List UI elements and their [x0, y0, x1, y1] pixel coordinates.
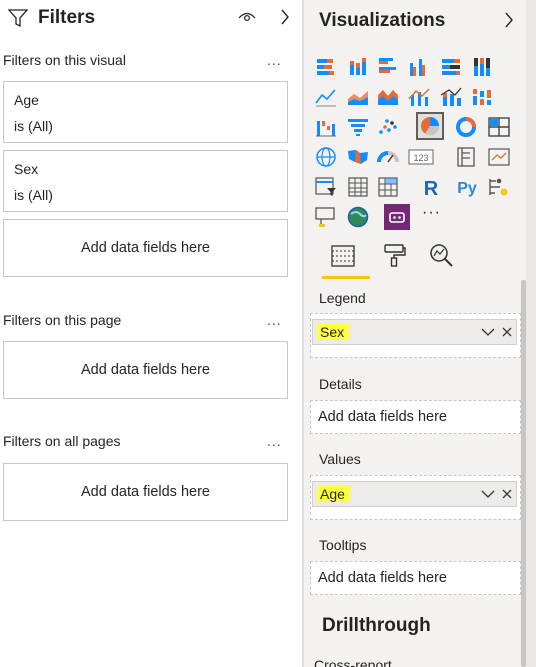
stacked-column-icon[interactable]: [346, 55, 370, 79]
values-field-name: Age: [317, 486, 350, 502]
key-influencers-icon[interactable]: [487, 175, 511, 199]
more-options-button[interactable]: ...: [267, 52, 282, 68]
remove-field-icon[interactable]: [501, 325, 513, 339]
section-label-page: Filters on this page: [3, 312, 122, 328]
chevron-down-icon[interactable]: [481, 326, 495, 338]
drop-zone-visual[interactable]: Add data fields here: [3, 219, 288, 277]
details-well[interactable]: Add data fields here: [310, 400, 521, 434]
details-well-label: Details: [319, 376, 362, 392]
100-stacked-column-icon[interactable]: [470, 55, 494, 79]
decomposition-tree-icon[interactable]: [314, 205, 338, 229]
card-icon[interactable]: 123: [407, 145, 435, 169]
funnel-chart-icon[interactable]: [346, 115, 370, 139]
details-placeholder: Add data fields here: [318, 409, 447, 425]
svg-text:Py: Py: [457, 180, 477, 197]
drop-zone-label: Add data fields here: [81, 362, 210, 378]
table-icon[interactable]: [346, 175, 370, 199]
drop-zone-all-pages[interactable]: Add data fields here: [3, 463, 288, 521]
svg-text:123: 123: [413, 153, 428, 163]
tooltips-well[interactable]: Add data fields here: [310, 561, 521, 595]
funnel-icon: [8, 9, 28, 28]
slicer-icon[interactable]: [314, 175, 338, 199]
legend-well[interactable]: Sex: [310, 313, 521, 358]
filled-map-icon[interactable]: [346, 145, 370, 169]
filter-state: is (All): [14, 187, 53, 203]
line-chart-icon[interactable]: [314, 85, 338, 109]
svg-text:R: R: [424, 178, 439, 199]
format-tab-icon[interactable]: [381, 242, 407, 268]
line-clustered-column-icon[interactable]: [407, 85, 431, 109]
eye-icon[interactable]: [238, 10, 256, 24]
filter-field-name: Age: [14, 92, 39, 108]
waterfall-icon[interactable]: [314, 115, 338, 139]
values-field-pill[interactable]: Age: [312, 481, 517, 507]
kpi-icon[interactable]: [487, 145, 511, 169]
filter-field-name: Sex: [14, 161, 39, 177]
clustered-column-icon[interactable]: [407, 55, 431, 79]
donut-chart-icon[interactable]: [454, 115, 478, 139]
clustered-bar-icon[interactable]: [376, 55, 400, 79]
filters-pane: Filters Filters on this visual ... Age i…: [0, 0, 302, 667]
treemap-icon[interactable]: [487, 115, 511, 139]
pane-edge: [526, 0, 536, 667]
analytics-tab-icon[interactable]: [429, 243, 455, 269]
section-label-visual: Filters on this visual: [3, 52, 126, 68]
legend-well-label: Legend: [319, 290, 366, 306]
100-stacked-bar-icon[interactable]: [439, 55, 463, 79]
chevron-down-icon[interactable]: [481, 488, 495, 500]
fields-tab-icon[interactable]: [330, 243, 356, 269]
filter-card-age[interactable]: Age is (All): [3, 81, 288, 143]
map-icon[interactable]: [314, 145, 338, 169]
more-options-button[interactable]: ...: [267, 312, 282, 328]
drillthrough-title: Drillthrough: [322, 615, 431, 636]
drop-zone-label: Add data fields here: [81, 484, 210, 500]
stacked-area-icon[interactable]: [376, 85, 400, 109]
multi-row-card-icon[interactable]: [454, 145, 478, 169]
values-well[interactable]: Age: [310, 475, 521, 520]
pie-chart-icon[interactable]: [416, 112, 444, 140]
scrollbar[interactable]: [521, 280, 526, 667]
more-options-button[interactable]: ...: [267, 433, 282, 449]
drop-zone-page[interactable]: Add data fields here: [3, 341, 288, 399]
r-visual-icon[interactable]: R: [419, 175, 443, 199]
filters-header: Filters: [0, 0, 302, 36]
gauge-icon[interactable]: [376, 145, 400, 169]
matrix-icon[interactable]: [376, 175, 400, 199]
area-chart-icon[interactable]: [346, 85, 370, 109]
filter-state: is (All): [14, 118, 53, 134]
arcgis-map-icon[interactable]: [346, 205, 370, 229]
tooltips-well-label: Tooltips: [319, 537, 367, 553]
visualizations-pane: Visualizations 123 R Py ··· Legend Sex D…: [304, 0, 536, 667]
filter-card-sex[interactable]: Sex is (All): [3, 150, 288, 212]
chevron-right-icon[interactable]: [504, 12, 514, 28]
legend-field-pill[interactable]: Sex: [312, 319, 517, 345]
values-well-label: Values: [319, 451, 361, 467]
scatter-icon[interactable]: [376, 115, 400, 139]
legend-field-name: Sex: [317, 324, 350, 340]
active-tab-indicator: [322, 276, 370, 279]
more-visuals-button[interactable]: ···: [422, 204, 441, 222]
cross-report-label: Cross-report: [314, 657, 392, 667]
tooltips-placeholder: Add data fields here: [318, 570, 447, 586]
remove-field-icon[interactable]: [501, 487, 513, 501]
visualizations-title: Visualizations: [319, 10, 446, 31]
stacked-bar-icon[interactable]: [314, 55, 338, 79]
filters-title: Filters: [38, 7, 96, 28]
section-label-all-pages: Filters on all pages: [3, 433, 121, 449]
ribbon-chart-icon[interactable]: [470, 85, 494, 109]
power-apps-icon[interactable]: [384, 204, 410, 230]
line-stacked-column-icon[interactable]: [439, 85, 463, 109]
chevron-right-icon[interactable]: [280, 9, 290, 25]
drop-zone-label: Add data fields here: [81, 240, 210, 256]
python-visual-icon[interactable]: Py: [454, 175, 480, 199]
